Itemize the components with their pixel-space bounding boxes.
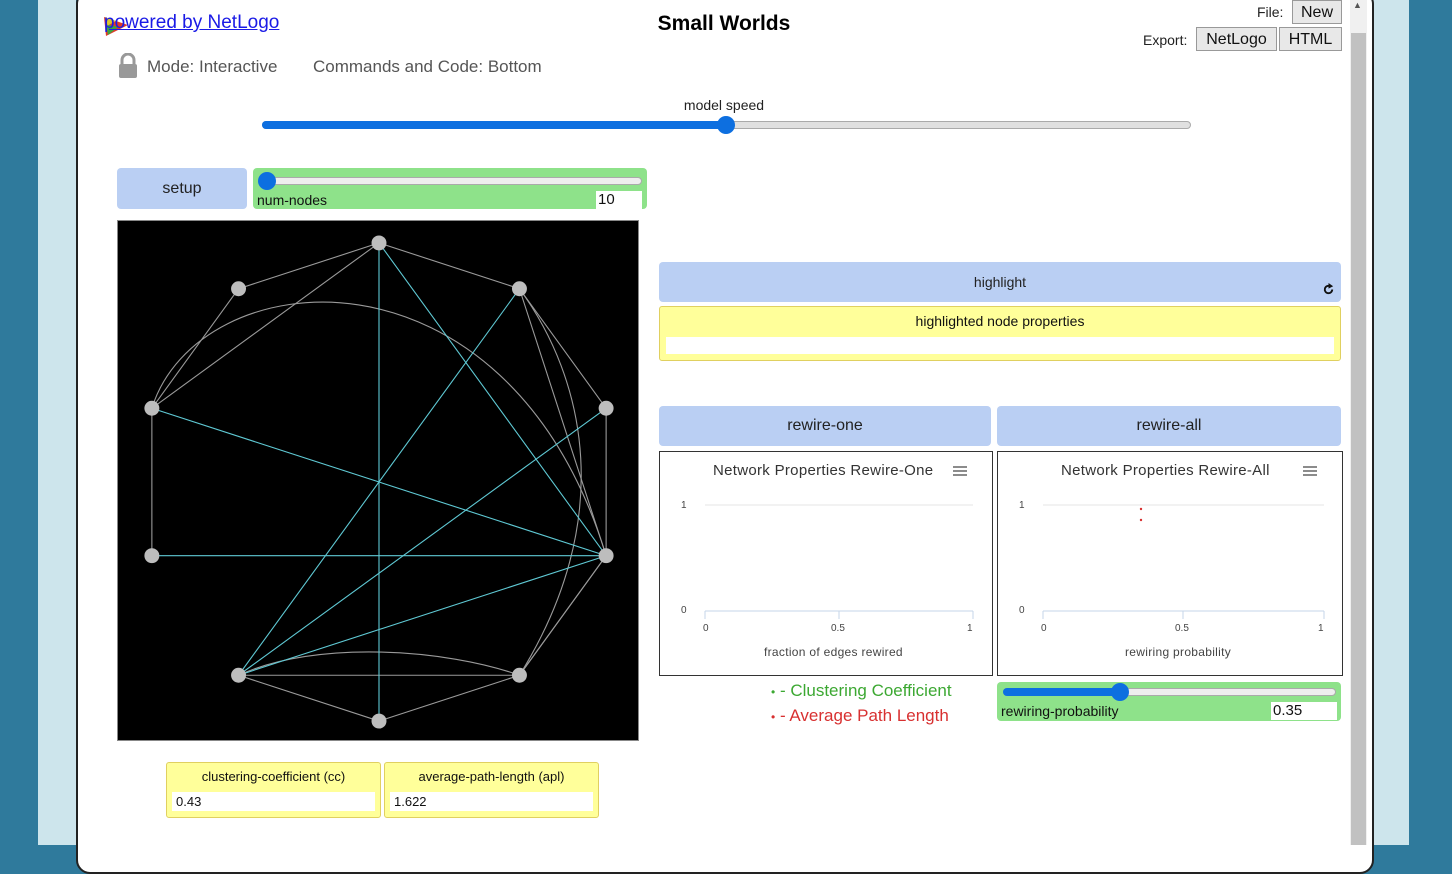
node[interactable] bbox=[511, 281, 527, 297]
clustering-coefficient-monitor: clustering-coefficient (cc) 0.43 bbox=[166, 762, 381, 818]
num-nodes-handle[interactable] bbox=[258, 172, 276, 190]
plot-rewire-one-xlabel: fraction of edges rewired bbox=[764, 645, 903, 659]
scroll-up-arrow-icon[interactable]: ▲ bbox=[1353, 0, 1362, 10]
node[interactable] bbox=[144, 548, 160, 564]
legend-average-path-length: • - Average Path Length bbox=[771, 706, 949, 726]
model-speed-handle[interactable] bbox=[717, 116, 735, 134]
legend-bullet: • bbox=[771, 710, 776, 724]
link bbox=[519, 288, 607, 409]
legend-path-length-label: - Average Path Length bbox=[779, 706, 949, 725]
rewiring-probability-handle[interactable] bbox=[1110, 683, 1129, 701]
plot-rewire-all-xtick-0: 0 bbox=[1041, 623, 1047, 634]
plot-rewire-one-axes bbox=[704, 504, 974, 619]
node[interactable] bbox=[371, 713, 387, 729]
link bbox=[151, 242, 380, 409]
highlight-button[interactable]: highlight bbox=[659, 262, 1341, 302]
plot-rewire-all-xlabel: rewiring probability bbox=[1125, 645, 1232, 659]
legend-clustering-label: - Clustering Coefficient bbox=[779, 681, 952, 700]
highlighted-node-monitor: highlighted node properties bbox=[659, 306, 1341, 361]
node[interactable] bbox=[598, 400, 614, 416]
link bbox=[378, 674, 520, 722]
export-netlogo-button[interactable]: NetLogo bbox=[1196, 27, 1277, 51]
average-path-length-label: average-path-length (apl) bbox=[418, 769, 565, 784]
plot-rewire-one-xtick-0: 0 bbox=[703, 623, 709, 634]
num-nodes-track[interactable] bbox=[259, 177, 642, 185]
average-path-length-value: 1.622 bbox=[390, 792, 593, 811]
legend-bullet: • bbox=[771, 685, 776, 699]
link bbox=[238, 674, 380, 722]
powered-by-netlogo-link[interactable]: powered by NetLogo bbox=[104, 12, 279, 34]
rewiring-probability-label: rewiring-probability bbox=[1001, 703, 1119, 719]
rewiring-probability-fill bbox=[1003, 688, 1120, 696]
link bbox=[518, 288, 582, 676]
link bbox=[378, 242, 520, 290]
legend-clustering-coefficient: • - Clustering Coefficient bbox=[771, 681, 952, 701]
num-nodes-value[interactable]: 10 bbox=[596, 191, 642, 209]
plot-rewire-all-xtick-05: 0.5 bbox=[1175, 623, 1189, 634]
mode-label[interactable]: Mode: Interactive bbox=[147, 57, 277, 77]
link bbox=[519, 555, 607, 676]
plot-rewire-one-xtick-05: 0.5 bbox=[831, 623, 845, 634]
average-path-length-monitor: average-path-length (apl) 1.622 bbox=[384, 762, 599, 818]
file-label: File: bbox=[1257, 4, 1284, 20]
node[interactable] bbox=[144, 400, 160, 416]
link bbox=[151, 288, 239, 409]
rewiring-probability-value[interactable]: 0.35 bbox=[1271, 702, 1337, 720]
plot-rewire-all-axes bbox=[1042, 504, 1325, 619]
node[interactable] bbox=[231, 281, 247, 297]
plot-rewire-all-point-cc bbox=[1139, 518, 1143, 522]
node[interactable] bbox=[231, 667, 247, 683]
setup-button[interactable]: setup bbox=[117, 168, 247, 209]
network-graph bbox=[144, 235, 614, 729]
export-label: Export: bbox=[1143, 32, 1188, 48]
highlighted-node-value bbox=[666, 337, 1334, 354]
node[interactable] bbox=[598, 548, 614, 564]
world-view[interactable] bbox=[117, 220, 639, 741]
clustering-coefficient-label: clustering-coefficient (cc) bbox=[201, 769, 346, 784]
clustering-coefficient-value: 0.43 bbox=[172, 792, 375, 811]
model-title: Small Worlds bbox=[657, 12, 791, 35]
model-speed-label: model speed bbox=[683, 97, 765, 113]
right-background-band bbox=[1371, 0, 1409, 845]
plot-rewire-all-xtick-1: 1 bbox=[1318, 623, 1324, 634]
rewire-all-button[interactable]: rewire-all bbox=[997, 406, 1341, 446]
highlighted-node-label: highlighted node properties bbox=[915, 313, 1085, 329]
left-background-band bbox=[38, 0, 76, 845]
forever-icon bbox=[1323, 283, 1334, 295]
commands-code-position[interactable]: Commands and Code: Bottom bbox=[313, 57, 542, 77]
new-button[interactable]: New bbox=[1292, 0, 1342, 24]
plot-rewire-all[interactable]: Network Properties Rewire-All 1 0 0 0.5 … bbox=[997, 451, 1343, 676]
model-speed-fill bbox=[262, 121, 726, 129]
node[interactable] bbox=[511, 667, 527, 683]
highlight-label: highlight bbox=[973, 274, 1027, 290]
link bbox=[518, 288, 607, 556]
rewired-link bbox=[238, 407, 607, 676]
rewire-one-button[interactable]: rewire-one bbox=[659, 406, 991, 446]
export-html-button[interactable]: HTML bbox=[1279, 27, 1342, 51]
plot-rewire-all-point-apl bbox=[1139, 507, 1143, 511]
num-nodes-label: num-nodes bbox=[257, 192, 328, 208]
link bbox=[238, 242, 380, 290]
node[interactable] bbox=[371, 235, 387, 251]
plot-rewire-one-xtick-1: 1 bbox=[967, 623, 973, 634]
plot-rewire-one[interactable]: Network Properties Rewire-One 1 0 0 0.5 … bbox=[659, 451, 993, 676]
lock-icon[interactable] bbox=[118, 53, 138, 79]
page-scrollbar-thumb[interactable] bbox=[1351, 33, 1366, 845]
